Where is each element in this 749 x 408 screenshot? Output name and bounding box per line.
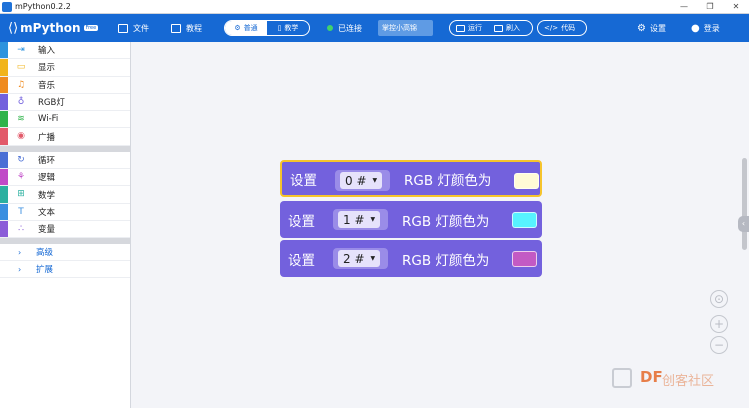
code-icon: </> [544,24,559,32]
login-button[interactable]: ● 登录 [691,21,720,35]
led-index-dropdown[interactable]: 2 # ▼ [333,248,388,269]
maximize-button[interactable]: ❐ [697,0,723,14]
math-icon: ⊞ [17,189,25,200]
loop-icon: ↻ [17,154,25,165]
close-button[interactable]: ✕ [723,0,749,14]
app-logo: ⟨⟩ mPython Free [8,20,99,36]
dropdown-arrow-icon: ▼ [370,216,376,223]
window-titlebar: mPython0.2.2 — ❐ ✕ [0,0,749,14]
color-swatch[interactable] [512,251,537,267]
category-logic[interactable]: ⚘ 逻辑 [0,169,130,187]
input-icon: ⇥ [17,45,25,55]
chevron-right-icon: › [18,264,22,274]
trash-icon[interactable] [612,368,632,388]
code-view-icon: ▯ [277,24,282,32]
category-display[interactable]: ▭ 显示 [0,59,130,77]
music-icon: ♫ [16,79,26,90]
dropdown-arrow-icon: ▼ [372,177,378,184]
book-icon [171,23,181,33]
dropdown-arrow-icon: ▼ [370,255,376,262]
color-swatch[interactable] [514,173,539,189]
settings-button[interactable]: ⚙ 设置 [637,21,666,35]
chevron-left-icon: ‹ [741,219,746,228]
rgb-block-0[interactable]: 设置 0 # ▼ RGB 灯颜色为 [280,160,542,197]
category-wifi[interactable]: ≋ Wi-Fi [0,111,130,129]
window-title: mPython0.2.2 [15,2,71,11]
category-extend[interactable]: › 扩展 [0,261,130,279]
flash-button[interactable]: 刷入 [488,23,526,33]
rgb-block-2[interactable]: 设置 2 # ▼ RGB 灯颜色为 [280,240,542,277]
display-icon: ▭ [16,62,26,73]
chevron-right-icon: › [18,247,22,257]
minimize-button[interactable]: — [671,0,697,14]
category-broadcast[interactable]: ◉ 广播 [0,128,130,146]
blocks-icon: ⚙ [234,24,241,32]
device-select[interactable]: 掌控小高锦 [378,20,433,36]
code-button[interactable]: </> 代码 [537,20,587,36]
color-swatch[interactable] [512,212,537,228]
mode-teach-button[interactable]: ▯ 教学 [267,21,309,35]
led-index-dropdown[interactable]: 1 # ▼ [333,209,388,230]
gear-icon: ⚙ [637,22,646,34]
watermark-brand: DF [640,368,663,386]
connected-dot-icon [327,25,333,31]
watermark-text: 创客社区 [662,374,715,389]
led-index-dropdown[interactable]: 0 # ▼ [335,170,390,191]
connection-status: 已连接 [327,21,362,35]
text-icon: T [18,206,24,217]
download-icon [494,24,503,32]
zoom-out-button[interactable]: − [710,336,728,354]
collapse-panel-handle[interactable]: ‹ [738,216,749,232]
category-rgb[interactable]: ♁ RGB灯 [0,93,130,112]
category-math[interactable]: ⊞ 数学 [0,186,130,204]
mode-normal-button[interactable]: ⚙ 普通 [225,21,267,35]
recenter-button[interactable]: ⊙ [710,290,728,308]
rgb-block-1[interactable]: 设置 1 # ▼ RGB 灯颜色为 [280,201,542,238]
logic-icon: ⚘ [16,172,26,183]
zoom-in-button[interactable]: + [710,315,728,333]
variable-icon: ∴ [18,223,24,234]
file-icon [118,23,128,33]
category-advanced[interactable]: › 高级 [0,244,130,262]
category-variable[interactable]: ∴ 变量 [0,220,130,239]
category-loop[interactable]: ↻ 循环 [0,151,130,170]
app-icon [2,1,12,12]
mode-toggle: ⚙ 普通 ▯ 教学 [224,20,310,36]
crosshair-icon: ⊙ [713,292,725,306]
category-input[interactable]: ⇥ 输入 [0,42,130,60]
run-flash-group: 运行 刷入 [449,20,533,36]
wifi-icon: ≋ [17,114,25,125]
bulb-icon: ♁ [17,96,25,107]
main-toolbar: ⟨⟩ mPython Free 文件 教程 ⚙ 普通 ▯ 教学 已连接 掌控小高锦 … [0,14,749,42]
play-icon [456,24,465,32]
run-button[interactable]: 运行 [450,23,488,33]
workspace-scrollbar[interactable] [742,158,747,250]
category-music[interactable]: ♫ 音乐 [0,76,130,94]
file-menu[interactable]: 文件 [118,21,149,35]
block-category-sidebar: ⇥ 输入 ▭ 显示 ♫ 音乐 ♁ RGB灯 ≋ Wi-Fi ◉ 广播 ↻ 循环 ⚘ 逻辑 ⊞ 数学… [0,42,131,408]
mpython-logo-icon: ⟨⟩ [8,20,19,36]
category-text[interactable]: T 文本 [0,203,130,221]
broadcast-icon: ◉ [17,131,25,142]
tutorial-menu[interactable]: 教程 [171,21,202,35]
user-icon: ● [691,22,700,34]
